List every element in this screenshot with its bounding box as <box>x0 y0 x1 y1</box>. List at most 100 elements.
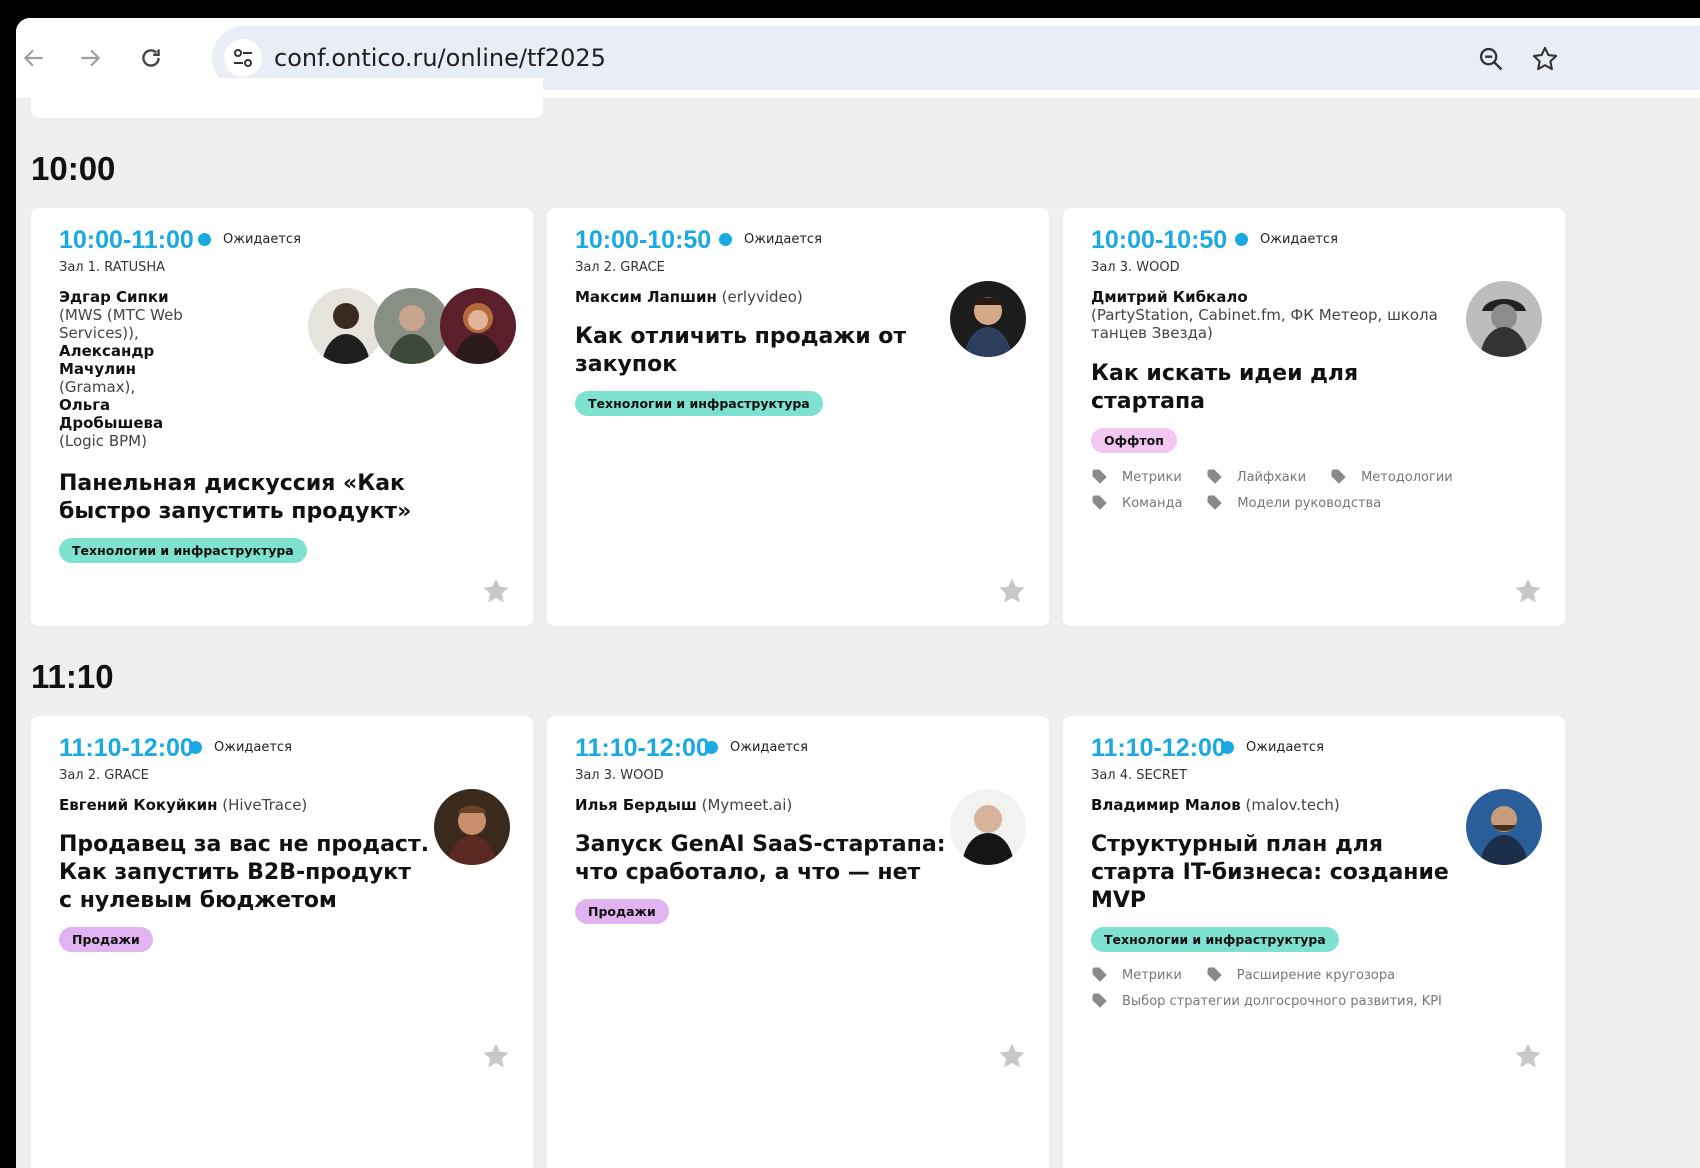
talk-title[interactable]: Запуск GenAI SaaS-стартапа: что сработал… <box>575 831 946 887</box>
status-text: Ожидается <box>730 740 808 755</box>
category-badge[interactable]: Технологии и инфраструктура <box>59 538 307 563</box>
tag-icon <box>1207 469 1222 484</box>
status-badge: Ожидается <box>198 232 301 247</box>
favorite-star-icon[interactable] <box>1513 576 1543 606</box>
status-dot-icon <box>198 233 211 246</box>
speaker-org: (Logic BPM) <box>59 432 147 450</box>
talk-card[interactable]: 11:10-12:00 Ожидается Зал 3. WOOD Илья Б… <box>547 716 1049 1168</box>
status-text: Ожидается <box>1260 232 1338 247</box>
speaker-name[interactable]: Дробышева <box>59 414 163 432</box>
talk-title-line: Как запустить B2B-продукт <box>59 860 411 885</box>
reload-button[interactable] <box>133 40 169 76</box>
status-badge: Ожидается <box>705 740 808 755</box>
status-badge: Ожидается <box>1235 232 1338 247</box>
talk-card[interactable]: 10:00-10:50 Ожидается Зал 2. GRACE Макси… <box>547 208 1049 626</box>
tag-label: Модели руководства <box>1237 495 1382 511</box>
talk-card[interactable]: 11:10-12:00 Ожидается Зал 2. GRACE Евген… <box>31 716 533 1168</box>
time-slot-heading: 10:00 <box>31 150 116 187</box>
status-dot-icon <box>189 741 202 754</box>
talk-card[interactable]: 11:10-12:00 Ожидается Зал 4. SECRET Влад… <box>1063 716 1565 1168</box>
site-settings-button[interactable] <box>224 39 262 77</box>
talk-time: 11:10-12:00 <box>575 734 710 762</box>
favorite-star-icon[interactable] <box>997 1041 1027 1071</box>
category-badge[interactable]: Продажи <box>575 899 669 924</box>
avatar[interactable] <box>434 789 510 865</box>
talk-title[interactable]: Структурный план для старта IT-бизнеса: … <box>1091 831 1449 915</box>
category-badge[interactable]: Оффтоп <box>1091 428 1177 453</box>
talk-title[interactable]: Продавец за вас не продаст. Как запустит… <box>59 831 429 915</box>
talk-title-line: что сработало, а что — нет <box>575 860 921 885</box>
talk-title[interactable]: Панельная дискуссия «Как быстро запустит… <box>59 470 411 526</box>
speaker-name[interactable]: Александр <box>59 342 154 360</box>
speaker-name[interactable]: Владимир Малов <box>1091 796 1241 814</box>
avatar[interactable] <box>950 281 1026 357</box>
talk-title-line: Панельная дискуссия «Как <box>59 471 405 496</box>
speaker-list: Максим Лапшин (erlyvideo) <box>575 288 803 306</box>
talk-time: 10:00-10:50 <box>1091 226 1228 254</box>
favorite-star-icon[interactable] <box>1513 1041 1543 1071</box>
tag-item[interactable]: Выбор стратегии долгосрочного развития, … <box>1091 992 1442 1010</box>
tag-icon <box>1092 967 1107 982</box>
speaker-list: Дмитрий Кибкало (PartyStation, Cabinet.f… <box>1091 288 1438 342</box>
talk-time: 11:10-12:00 <box>59 734 194 762</box>
talk-title-line: Продавец за вас не продаст. <box>59 832 430 857</box>
favorite-star-icon[interactable] <box>481 1041 511 1071</box>
site-settings-icon <box>234 49 252 67</box>
tag-item[interactable]: Метрики <box>1091 468 1182 486</box>
url-text[interactable]: conf.ontico.ru/online/tf2025 <box>274 44 606 72</box>
status-text: Ожидается <box>1246 740 1324 755</box>
talk-title[interactable]: Как искать идеи для стартапа <box>1091 360 1358 416</box>
avatar[interactable] <box>308 288 384 364</box>
speaker-name[interactable]: Максим Лапшин <box>575 288 717 306</box>
tag-item[interactable]: Команда <box>1091 494 1182 512</box>
speaker-org: (erlyvideo) <box>721 288 803 306</box>
category-badge[interactable]: Продажи <box>59 927 153 952</box>
talk-title-line: закупок <box>575 352 678 377</box>
tag-item[interactable]: Метрики <box>1091 966 1182 984</box>
avatar[interactable] <box>374 288 450 364</box>
talk-time: 10:00-10:50 <box>575 226 712 254</box>
tag-list: Метрики Лайфхаки Методологии Команда Мод… <box>1091 464 1477 516</box>
speaker-name[interactable]: Дмитрий Кибкало <box>1091 288 1248 306</box>
speaker-name[interactable]: Мачулин <box>59 360 136 378</box>
talk-card[interactable]: 10:00-10:50 Ожидается Зал 3. WOOD Дмитри… <box>1063 208 1565 626</box>
avatar[interactable] <box>1466 281 1542 357</box>
status-badge: Ожидается <box>1221 740 1324 755</box>
speaker-name[interactable]: Илья Бердыш <box>575 796 697 814</box>
talk-card[interactable]: 10:00-11:00 Ожидается Зал 1. RATUSHA Эдг… <box>31 208 533 626</box>
tag-label: Расширение кругозора <box>1236 967 1396 983</box>
room-label: Зал 3. WOOD <box>575 768 664 783</box>
tag-item[interactable]: Лайфхаки <box>1206 468 1306 486</box>
talk-title[interactable]: Как отличить продажи от закупок <box>575 323 906 379</box>
zoom-button[interactable] <box>1474 42 1508 76</box>
tag-item[interactable]: Методологии <box>1330 468 1453 486</box>
tag-icon <box>1092 993 1107 1008</box>
status-text: Ожидается <box>744 232 822 247</box>
room-label: Зал 2. GRACE <box>59 768 149 783</box>
status-dot-icon <box>1221 741 1234 754</box>
forward-button[interactable] <box>72 40 108 76</box>
avatar[interactable] <box>1466 789 1542 865</box>
favorite-star-icon[interactable] <box>997 576 1027 606</box>
back-button[interactable] <box>16 40 52 76</box>
speaker-org: (Gramax), <box>59 378 136 396</box>
bookmark-button[interactable] <box>1528 42 1562 76</box>
category-badge[interactable]: Технологии и инфраструктура <box>1091 927 1339 952</box>
talk-title-line: Структурный план для <box>1091 832 1383 857</box>
tag-item[interactable]: Модели руководства <box>1206 494 1381 512</box>
category-badge[interactable]: Технологии и инфраструктура <box>575 391 823 416</box>
tag-list: Метрики Расширение кругозора Выбор страт… <box>1091 962 1466 1014</box>
speaker-name[interactable]: Эдгар Сипки <box>59 288 169 306</box>
back-arrow-icon <box>23 49 43 67</box>
talk-title-line: Как отличить продажи от <box>575 324 907 349</box>
tag-icon <box>1207 495 1223 510</box>
speaker-name[interactable]: Евгений Кокуйкин <box>59 796 217 814</box>
favorite-star-icon[interactable] <box>481 576 511 606</box>
tag-item[interactable]: Расширение кругозора <box>1206 966 1395 984</box>
avatar[interactable] <box>440 288 516 364</box>
tag-label: Команда <box>1122 495 1183 511</box>
speaker-org: Services)), <box>59 324 139 342</box>
speaker-name[interactable]: Ольга <box>59 396 110 414</box>
avatar[interactable] <box>950 789 1026 865</box>
forward-arrow-icon <box>81 49 101 67</box>
